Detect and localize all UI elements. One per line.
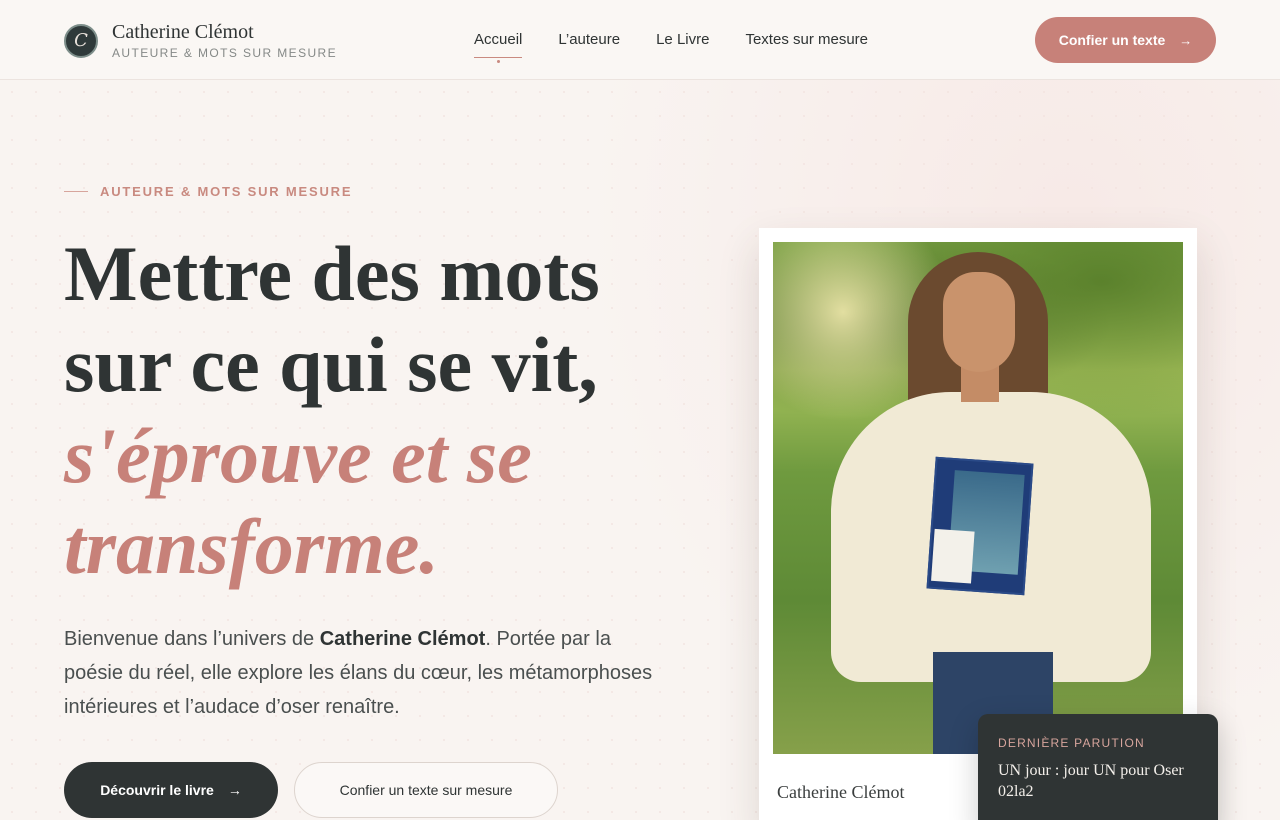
intro-text-start: Bienvenue dans l’univers de: [64, 628, 320, 650]
headline-line-2: sur ce qui se vit,: [64, 321, 598, 408]
nav-item-livre[interactable]: Le Livre: [656, 30, 709, 50]
headline-accent-2: transforme.: [64, 503, 439, 590]
photo-face: [943, 272, 1015, 372]
release-eyebrow: DERNIÈRE PARUTION: [998, 736, 1145, 750]
confier-texte-button[interactable]: Confier un texte →: [1035, 17, 1216, 63]
photo-book: [926, 456, 1034, 596]
site-header: C Catherine Clémot AUTEURE & MOTS SUR ME…: [0, 0, 1280, 80]
nav-item-auteure[interactable]: L’auteure: [558, 30, 620, 50]
intro-author-name: Catherine Clémot: [319, 628, 486, 650]
arrow-right-icon: →: [1179, 32, 1193, 48]
photo-book-label: [931, 528, 975, 584]
author-portrait-photo: [773, 242, 1183, 754]
arrow-right-icon: →: [227, 782, 242, 798]
brand-text: Catherine Clémot AUTEURE & MOTS SUR MESU…: [112, 22, 337, 59]
logo-monogram-icon: C: [64, 23, 98, 58]
discover-book-button[interactable]: Découvrir le livre →: [64, 762, 278, 818]
main-nav: Accueil L’auteure Le Livre Textes sur me…: [474, 30, 904, 63]
headline-accent-1: s'éprouve et se: [64, 412, 532, 499]
brand-tagline: AUTEURE & MOTS SUR MESURE: [112, 46, 338, 60]
confier-texte-label: Confier un texte: [1058, 32, 1166, 48]
release-title: UN jour : jour UN pour Oser 02la2: [998, 762, 1184, 800]
brand-logo[interactable]: C Catherine Clémot AUTEURE & MOTS SUR ME…: [64, 22, 337, 59]
hero-headline: Mettre des mots sur ce qui se vit, s'épr…: [64, 228, 704, 592]
brand-name: Catherine Clémot: [112, 21, 254, 43]
hero-eyebrow: AUTEURE & MOTS SUR MESURE: [64, 184, 352, 199]
custom-text-label: Confier un texte sur mesure: [339, 782, 513, 798]
hero-intro: Bienvenue dans l’univers de Catherine Cl…: [64, 622, 654, 724]
discover-book-label: Découvrir le livre: [100, 782, 214, 798]
nav-item-accueil[interactable]: Accueil: [474, 30, 523, 63]
headline-line-1: Mettre des mots: [64, 230, 600, 317]
hero-eyebrow-text: AUTEURE & MOTS SUR MESURE: [100, 184, 353, 199]
eyebrow-divider: [64, 191, 88, 192]
nav-item-textes-sur-mesure[interactable]: Textes sur mesure: [745, 30, 868, 50]
photo-caption: Catherine Clémot: [777, 782, 905, 802]
custom-text-button[interactable]: Confier un texte sur mesure: [294, 762, 558, 818]
latest-release-card[interactable]: DERNIÈRE PARUTION UN jour : jour UN pour…: [978, 714, 1218, 820]
